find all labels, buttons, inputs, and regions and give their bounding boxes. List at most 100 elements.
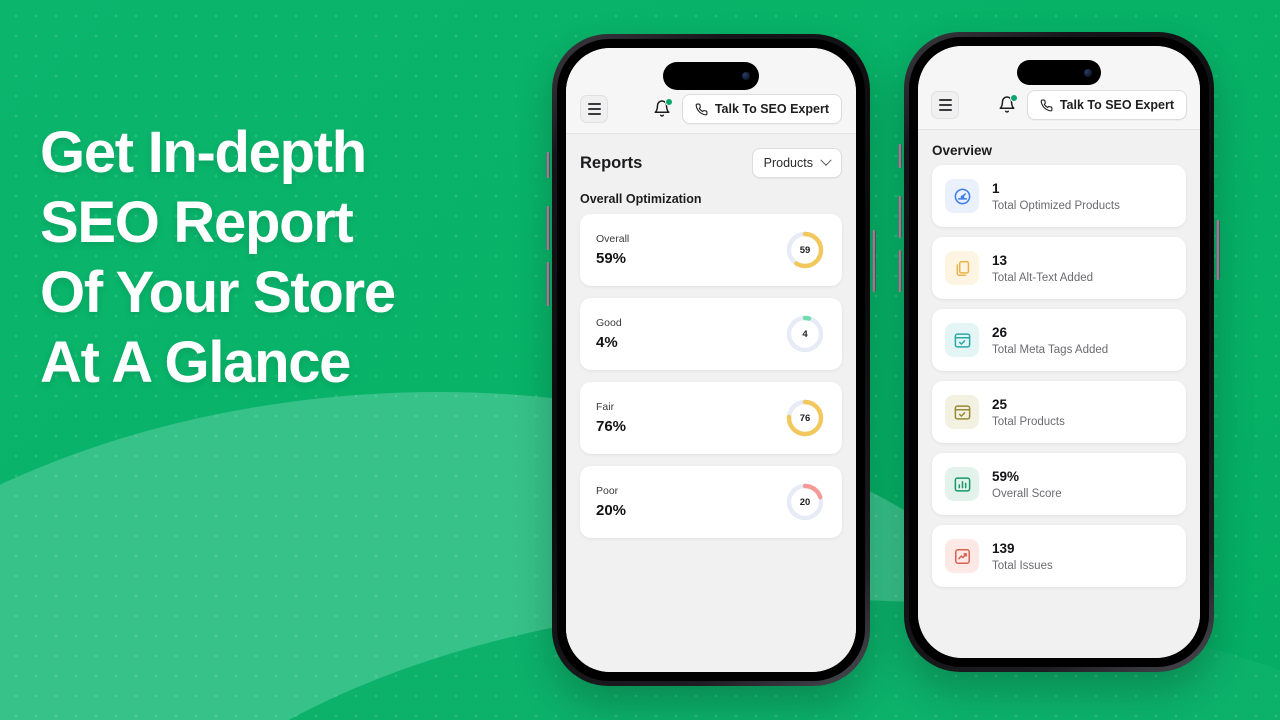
notification-badge-dot: [664, 98, 673, 106]
trend-issue-icon: [945, 539, 979, 573]
product-check-icon: [945, 395, 979, 429]
metric-card[interactable]: Poor 20% 20: [580, 466, 842, 538]
dropdown-value: Products: [763, 156, 813, 170]
app-topbar: Talk To SEO Expert: [566, 48, 856, 134]
phone-mute-switch[interactable]: [546, 152, 550, 178]
overview-stat-value: 25: [992, 396, 1008, 412]
metric-gauge: 20: [784, 481, 826, 523]
notification-bell-icon[interactable]: [653, 98, 673, 119]
overview-stat-text: 26 Total Meta Tags Added: [992, 325, 1108, 356]
overview-stat-list: 1 Total Optimized Products 13 Total Alt-Tex…: [918, 165, 1200, 587]
metric-label: Overall: [596, 233, 630, 245]
headline-line-1: Get In-depth: [40, 120, 367, 185]
reports-body: Reports Products Overall Optimization Ov…: [566, 134, 856, 672]
phone-volume-down-button-2[interactable]: [898, 250, 902, 292]
topbar-actions-2: Talk To SEO Expert: [998, 90, 1187, 120]
phone-handset-icon: [695, 103, 708, 115]
metric-text: Fair 76%: [596, 401, 626, 435]
metric-gauge: 59: [784, 229, 826, 271]
talk-button-label: Talk To SEO Expert: [714, 102, 829, 116]
phone-screen-overview: Talk To SEO Expert Overview 1 Total Optim…: [918, 46, 1200, 658]
metric-card[interactable]: Fair 76% 76: [580, 382, 842, 454]
phone-volume-up-button[interactable]: [546, 206, 550, 250]
overview-stat-text: 1 Total Optimized Products: [992, 181, 1120, 212]
metric-gauge: 76: [784, 397, 826, 439]
front-camera-icon: [742, 72, 750, 80]
metric-value: 59%: [596, 250, 627, 267]
metric-value: 20%: [596, 502, 627, 519]
metric-gauge-number: 59: [799, 244, 811, 256]
metric-gauge-number: 4: [802, 328, 808, 340]
speedometer-icon: [945, 179, 979, 213]
overview-stat-text: 13 Total Alt-Text Added: [992, 253, 1093, 284]
phone-handset-icon-2: [1040, 99, 1053, 111]
meta-check-icon: [945, 323, 979, 357]
overview-stat-text: 139 Total Issues: [992, 541, 1053, 572]
copy-pages-icon: [945, 251, 979, 285]
metric-card-list: Overall 59% 59 Good 4% 4 Fair 76% 76 Poor 20% 20: [566, 210, 856, 538]
headline: Get In-depth SEO Report Of Your Store At…: [40, 118, 396, 398]
overview-body: Overview 1 Total Optimized Products 13 Tota…: [918, 130, 1200, 658]
metric-value: 4%: [596, 334, 618, 351]
headline-line-2: SEO Report: [40, 190, 354, 255]
overview-stat-caption: Total Alt-Text Added: [992, 271, 1094, 284]
talk-button-label-2: Talk To SEO Expert: [1059, 98, 1174, 112]
phone-power-button[interactable]: [872, 230, 876, 292]
overview-stat-value: 59%: [992, 468, 1020, 484]
metric-text: Poor 20%: [596, 485, 626, 519]
phone-power-button-2[interactable]: [1216, 220, 1220, 280]
talk-to-seo-expert-button-2[interactable]: Talk To SEO Expert: [1026, 90, 1187, 120]
headline-line-3: Of Your Store: [40, 260, 396, 325]
section-label-overall-optimization: Overall Optimization: [580, 192, 702, 206]
page-title: Reports: [580, 153, 643, 172]
overview-stat-card[interactable]: 139 Total Issues: [932, 525, 1186, 587]
bar-chart-icon: [945, 467, 979, 501]
overview-stat-value: 1: [992, 180, 1000, 196]
metric-gauge-number: 20: [799, 496, 811, 508]
overview-stat-caption: Overall Score: [992, 487, 1062, 500]
hamburger-menu-icon[interactable]: [580, 95, 608, 123]
metric-label: Fair: [596, 401, 615, 413]
phone-bezel: Talk To SEO Expert Reports Products Over…: [557, 39, 865, 681]
notification-badge-dot-2: [1009, 94, 1018, 102]
dynamic-island-2: [1017, 60, 1101, 85]
metric-gauge-number: 76: [799, 412, 811, 424]
phone-volume-down-button[interactable]: [546, 262, 550, 306]
section-title-overview: Overview: [932, 143, 993, 158]
hamburger-menu-icon-2[interactable]: [931, 91, 959, 119]
overview-stat-card[interactable]: 59% Overall Score: [932, 453, 1186, 515]
overview-stat-card[interactable]: 1 Total Optimized Products: [932, 165, 1186, 227]
chevron-down-icon: [820, 154, 832, 166]
overview-stat-card[interactable]: 13 Total Alt-Text Added: [932, 237, 1186, 299]
notification-bell-icon-2[interactable]: [998, 94, 1018, 115]
phone-mockup-reports: Talk To SEO Expert Reports Products Over…: [546, 34, 876, 686]
phone-mockup-overview: Talk To SEO Expert Overview 1 Total Optim…: [898, 32, 1220, 672]
overview-stat-caption: Total Issues: [992, 559, 1053, 572]
products-dropdown[interactable]: Products: [751, 148, 842, 178]
overview-stat-value: 26: [992, 324, 1008, 340]
reports-header: Reports Products: [566, 134, 856, 182]
overview-stat-caption: Total Products: [992, 415, 1065, 428]
overview-stat-value: 13: [992, 252, 1008, 268]
dynamic-island: [663, 62, 759, 90]
overview-stat-caption: Total Meta Tags Added: [992, 343, 1109, 356]
overview-stat-card[interactable]: 26 Total Meta Tags Added: [932, 309, 1186, 371]
metric-card[interactable]: Overall 59% 59: [580, 214, 842, 286]
metric-label: Poor: [596, 485, 619, 497]
talk-to-seo-expert-button[interactable]: Talk To SEO Expert: [681, 94, 842, 124]
phone-bezel-2: Talk To SEO Expert Overview 1 Total Optim…: [909, 37, 1209, 667]
phone-volume-up-button-2[interactable]: [898, 196, 902, 238]
phone-screen-reports: Talk To SEO Expert Reports Products Over…: [566, 48, 856, 672]
metric-text: Good 4%: [596, 317, 622, 351]
phone-mute-switch-2[interactable]: [898, 144, 902, 168]
overview-stat-text: 59% Overall Score: [992, 469, 1062, 500]
metric-card[interactable]: Good 4% 4: [580, 298, 842, 370]
overview-stat-value: 139: [992, 540, 1015, 556]
front-camera-icon-2: [1084, 68, 1092, 77]
overview-stat-card[interactable]: 25 Total Products: [932, 381, 1186, 443]
app-topbar-2: Talk To SEO Expert: [918, 46, 1200, 130]
headline-line-4: At A Glance: [40, 330, 351, 395]
metric-text: Overall 59%: [596, 233, 629, 267]
topbar-actions: Talk To SEO Expert: [653, 94, 842, 124]
metric-value: 76%: [596, 418, 627, 435]
